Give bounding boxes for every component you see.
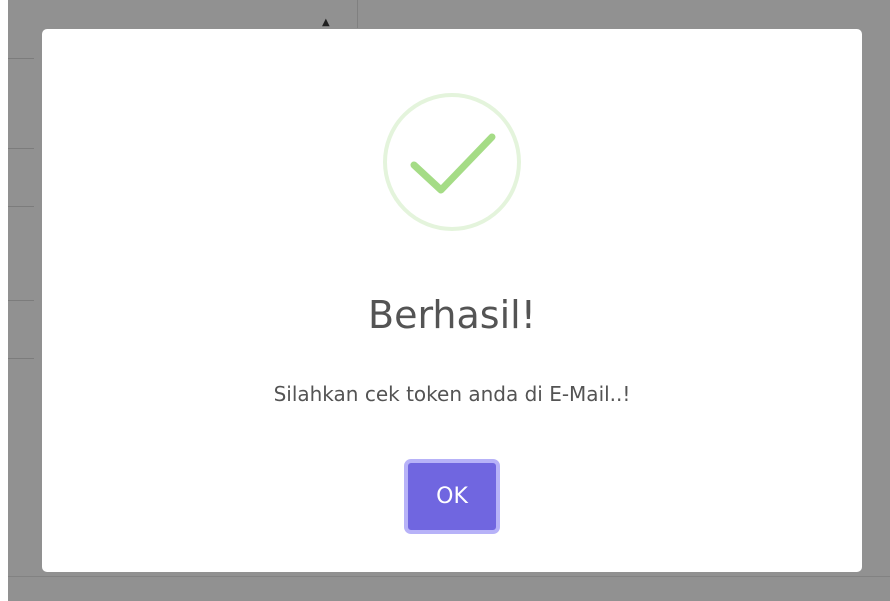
ok-button-label: OK [436, 484, 468, 509]
success-dialog: Berhasil! Silahkan cek token anda di E-M… [42, 29, 862, 572]
dialog-title: Berhasil! [368, 293, 536, 337]
ok-button[interactable]: OK [404, 459, 500, 534]
check-circle-icon [382, 92, 522, 232]
page-left-edge [0, 0, 8, 601]
dialog-message: Silahkan cek token anda di E-Mail..! [273, 382, 631, 406]
page-background: ▲ Berhasil! Silahkan cek token anda di E… [0, 0, 890, 601]
